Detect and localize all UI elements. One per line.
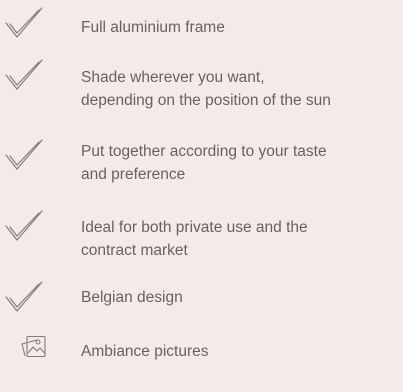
feature-line: Full aluminium frame [81,19,225,36]
feature-line: depending on the position of the sun [81,92,331,109]
feature-line: Shade wherever you want, [81,69,265,86]
checkmark-icon [4,6,44,40]
ambiance-pictures-label[interactable]: Ambiance pictures [81,340,209,363]
checkmark-icon [4,58,44,92]
feature-text: Belgian design [81,286,397,309]
checkmark-icon [4,209,44,243]
feature-text: Put together according to your taste and… [81,140,397,186]
checkmark-icon [4,280,44,314]
feature-line: and preference [81,166,186,183]
feature-text: Shade wherever you want, depending on th… [81,66,397,112]
checkmark-icon [4,138,44,172]
feature-text: Full aluminium frame [81,16,397,39]
image-gallery-icon [20,334,48,362]
feature-line: Put together according to your taste [81,143,327,160]
feature-line: contract market [81,242,188,259]
feature-text: Ideal for both private use and the contr… [81,216,397,262]
feature-line: Ideal for both private use and the [81,219,308,236]
ambiance-pictures-link[interactable]: Ambiance pictures [0,334,403,392]
feature-line: Belgian design [81,289,183,306]
